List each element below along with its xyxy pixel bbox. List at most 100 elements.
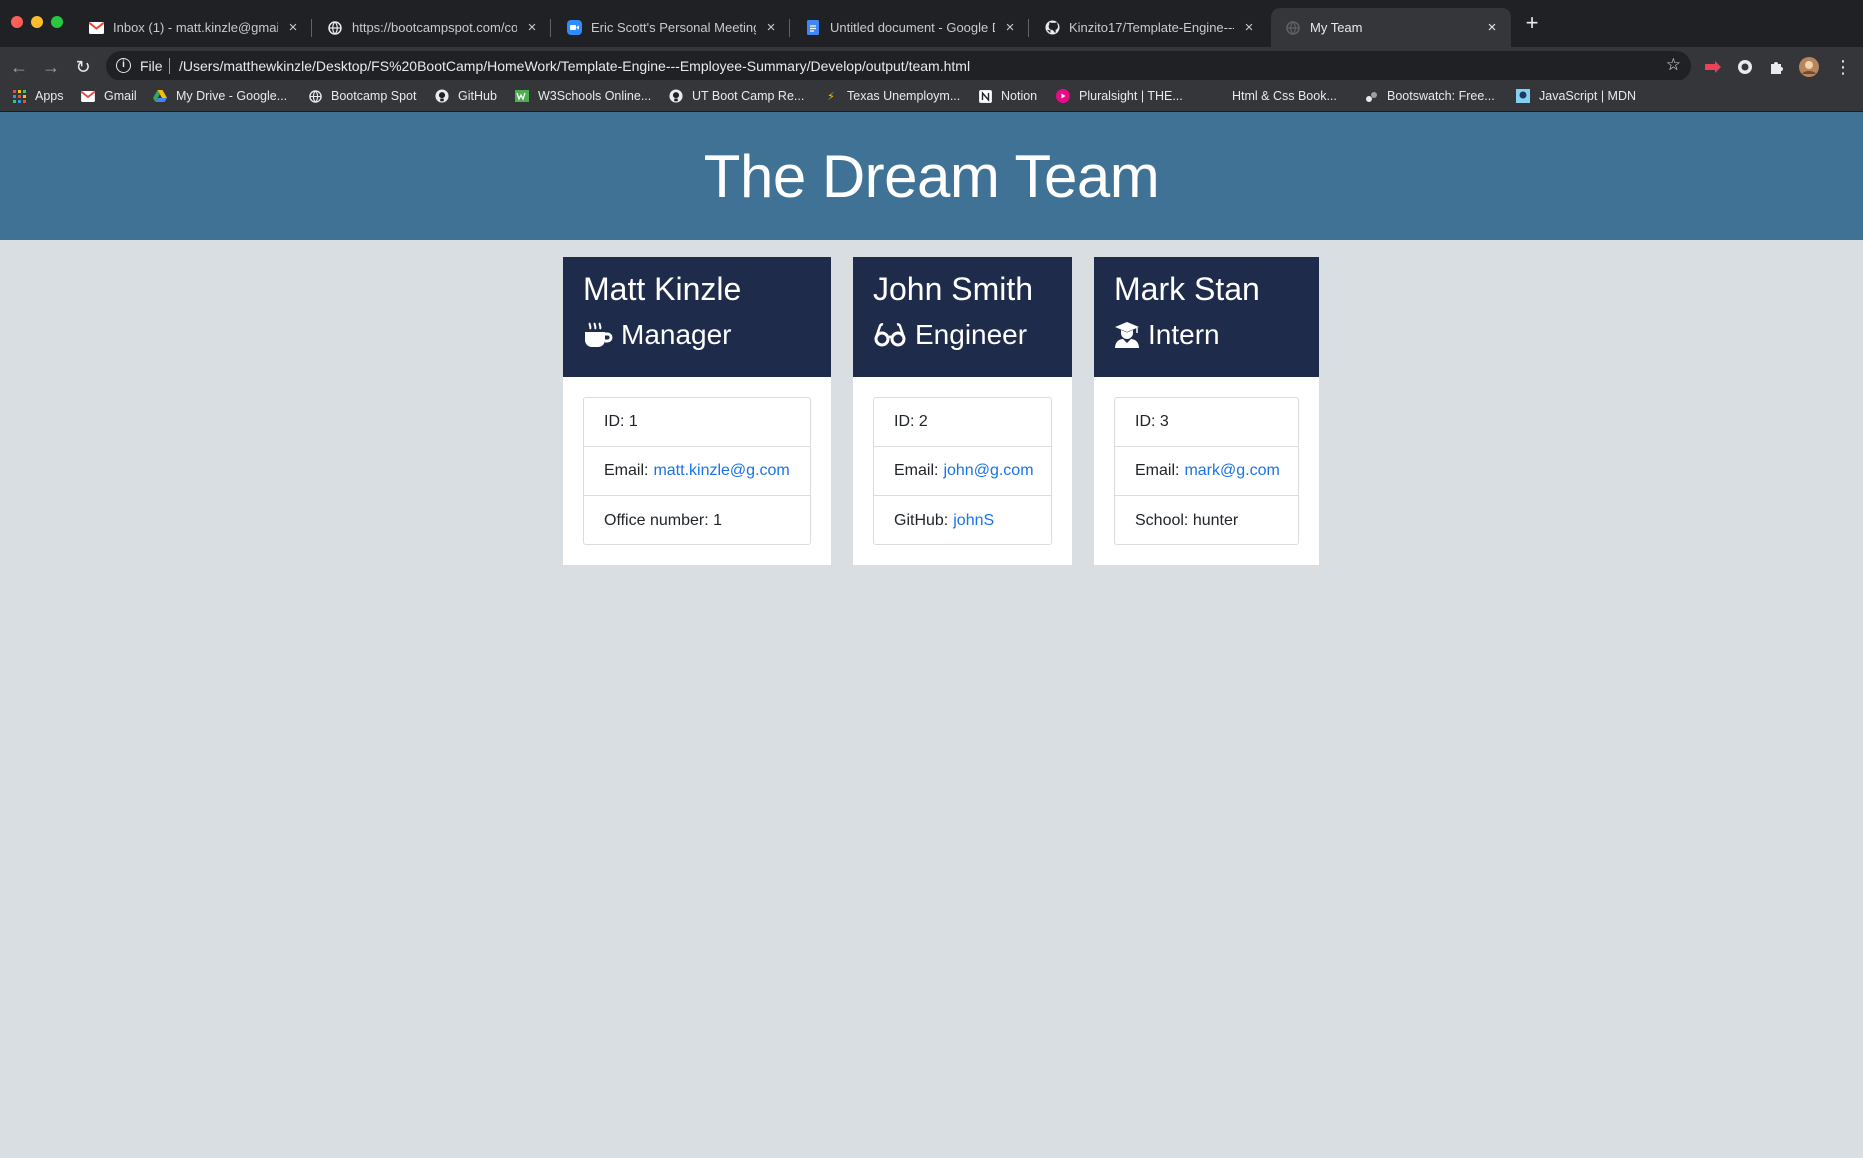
card-header: John Smith Engineer [853,257,1072,377]
employee-github: GitHub: johnS [874,496,1051,545]
bookmark-gmail[interactable]: Gmail [81,87,137,105]
tab-title: My Team [1310,20,1363,35]
bookmark-notion[interactable]: Notion [978,87,1037,105]
w3schools-icon [515,89,529,103]
bookmark-bootcamp-spot[interactable]: Bootcamp Spot [308,87,416,105]
tab-bootcampspot[interactable]: https://bootcampspot.com/cou × [313,8,551,47]
close-tab-icon[interactable]: × [286,20,300,35]
gmail-icon [88,20,104,36]
close-tab-icon[interactable]: × [1003,20,1017,35]
tab-strip: Inbox (1) - matt.kinzle@gmail.c × https:… [0,0,1863,47]
github-icon [1044,20,1060,36]
notion-icon [978,89,992,103]
close-tab-icon[interactable]: × [764,20,778,35]
email-link[interactable]: matt.kinzle@g.com [653,462,789,480]
bookmarks-bar: Apps Gmail My Drive - Google... Bootcamp… [0,80,1863,112]
tab-divider [1028,19,1029,37]
reload-icon[interactable]: ↻ [72,56,94,78]
bookmark-ut-boot-camp[interactable]: UT Boot Camp Re... [669,87,804,105]
employee-email: Email: matt.kinzle@g.com [584,447,810,496]
tab-github[interactable]: Kinzito17/Template-Engine---E × [1030,8,1268,47]
bookmark-star-icon[interactable]: ☆ [1666,55,1681,75]
lightning-icon: ⚡ [827,90,835,103]
google-docs-icon [805,20,821,36]
close-window-button[interactable] [11,16,23,28]
card-header: Matt Kinzle Manager [563,257,831,377]
bookmark-pluralsight[interactable]: Pluralsight | THE... [1056,87,1183,105]
bookmark-label: Pluralsight | THE... [1079,89,1183,103]
extension-icon-red[interactable] [1703,57,1723,77]
school-text: School: hunter [1135,511,1239,529]
github-icon [669,89,683,103]
employee-name: Matt Kinzle [583,271,742,307]
id-text: ID: 2 [894,413,928,430]
tab-gmail[interactable]: Inbox (1) - matt.kinzle@gmail.c × [74,8,312,47]
info-icon[interactable]: i [116,58,131,73]
extension-icon-circle[interactable] [1735,57,1755,77]
bookmark-label: Html & Css Book... [1232,89,1337,103]
bookmark-html-css-book[interactable]: Html & Css Book... [1232,87,1337,105]
bookmark-label: W3Schools Online... [538,89,652,103]
bookmark-label: Apps [35,89,64,103]
employee-card-engineer: John Smith Engineer ID: 2 Email: john@g.… [853,257,1072,565]
bookmark-texas-unemployment[interactable]: ⚡ Texas Unemploym... [824,87,960,105]
github-icon [435,89,449,103]
bootswatch-icon [1364,89,1378,103]
employee-id: ID: 3 [1115,398,1298,447]
zoom-icon [566,20,582,36]
bookmark-label: My Drive - Google... [176,89,288,103]
employee-email: Email: john@g.com [874,447,1051,496]
address-url[interactable]: /Users/matthewkinzle/Desktop/FS%20BootCa… [179,58,970,74]
github-label: GitHub: [894,511,949,529]
mdn-icon [1516,89,1530,103]
email-link[interactable]: mark@g.com [1184,462,1279,480]
bookmark-apps[interactable]: Apps [12,87,64,105]
profile-avatar[interactable] [1799,57,1819,77]
page-header: The Dream Team [0,112,1863,240]
tab-title: Kinzito17/Template-Engine---E [1069,20,1234,35]
bookmark-mdn[interactable]: JavaScript | MDN [1516,87,1636,105]
github-link[interactable]: johnS [953,512,994,530]
bookmark-label: Notion [1001,89,1038,103]
globe-icon [1285,20,1301,36]
close-tab-icon[interactable]: × [525,20,539,35]
employee-card-intern: Mark Stan Intern ID: 3 Email: mark@g.com… [1094,257,1319,565]
menu-kebab-icon[interactable]: ⋮ [1833,57,1853,77]
address-scheme-label: File [140,58,163,74]
employee-role: Manager [583,319,732,351]
employee-name: John Smith [873,271,1034,307]
bookmark-github[interactable]: GitHub [435,87,497,105]
tab-title: https://bootcampspot.com/cou [352,20,517,35]
bookmark-w3schools[interactable]: W3Schools Online... [515,87,651,105]
bookmark-label: Texas Unemploym... [847,89,961,103]
tab-title: Inbox (1) - matt.kinzle@gmail.c [113,20,278,35]
bookmark-google-drive[interactable]: My Drive - Google... [153,87,287,105]
new-tab-button[interactable]: + [1521,12,1543,35]
graduate-icon [1115,322,1139,348]
gmail-icon [81,89,95,103]
email-link[interactable]: john@g.com [943,462,1033,480]
glasses-icon [874,323,906,347]
forward-arrow-icon[interactable]: → [40,56,62,78]
tab-google-docs[interactable]: Untitled document - Google Do × [791,8,1029,47]
close-tab-icon[interactable]: × [1242,20,1256,35]
back-arrow-icon[interactable]: ← [8,56,30,78]
role-label: Intern [1148,319,1220,350]
address-bar[interactable]: i File /Users/matthewkinzle/Desktop/FS%2… [106,51,1691,81]
maximize-window-button[interactable] [51,16,63,28]
bookmark-bootswatch[interactable]: Bootswatch: Free... [1364,87,1495,105]
employee-card-manager: Matt Kinzle Manager ID: 1 Email: matt.ki… [563,257,831,565]
minimize-window-button[interactable] [31,16,43,28]
extensions-puzzle-icon[interactable] [1767,57,1787,77]
close-tab-icon[interactable]: × [1485,20,1499,35]
email-label: Email: [1135,462,1180,479]
browser-chrome: Inbox (1) - matt.kinzle@gmail.c × https:… [0,0,1863,112]
bookmark-label: Bootswatch: Free... [1387,89,1495,103]
coffee-mug-icon [585,322,613,347]
email-label: Email: [604,462,649,479]
tab-zoom[interactable]: Eric Scott's Personal Meeting R × [552,8,790,47]
tab-my-team[interactable]: My Team × [1271,8,1511,47]
tab-divider [311,19,312,37]
bookmark-label: GitHub [458,89,497,103]
tab-title: Untitled document - Google Do [830,20,995,35]
